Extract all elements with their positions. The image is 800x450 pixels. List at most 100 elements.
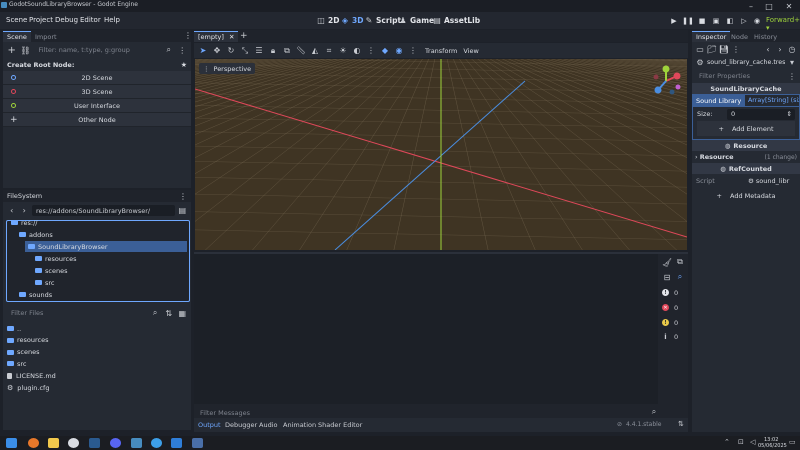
start-menu-icon[interactable] — [6, 438, 17, 448]
object-history-icon[interactable]: ◷ — [787, 44, 797, 54]
lock-icon[interactable]: 🔒︎ — [268, 46, 278, 56]
list-item[interactable]: resources — [7, 335, 49, 346]
3d-viewport[interactable]: ⋮ Perspective — [195, 59, 687, 250]
move-tool-icon[interactable]: ✥ — [212, 46, 222, 56]
close-tab-icon[interactable]: ✕ — [229, 33, 234, 41]
tray-chevron-icon[interactable]: ⌃ — [724, 438, 730, 446]
close-window-button[interactable]: ✕ — [782, 0, 796, 12]
tree-item[interactable]: sounds — [19, 289, 52, 300]
list-item[interactable]: LICENSE.md — [7, 370, 56, 381]
log-info-toggle[interactable]: i0 — [662, 331, 686, 342]
media-player-icon[interactable] — [68, 438, 79, 448]
play-scene-icon[interactable]: ▷ — [738, 15, 750, 26]
user-interface-button[interactable]: User Interface — [3, 99, 191, 113]
tab-inspector[interactable]: Inspector — [692, 31, 731, 42]
collapse-icon[interactable]: ⊟ — [662, 272, 672, 282]
view-menu[interactable]: View — [463, 47, 478, 55]
menu-project[interactable]: Project — [29, 16, 53, 24]
sound-library-value[interactable]: Array[String] (siz — [744, 94, 800, 107]
ruler-icon[interactable]: 📏︎ — [296, 46, 306, 56]
add-scene-tab-icon[interactable]: + — [240, 31, 248, 41]
filter-files-input[interactable]: Filter Files — [7, 308, 146, 319]
dock-menu-icon[interactable]: ⋮ — [179, 192, 187, 201]
list-select-icon[interactable]: ☰ — [254, 46, 264, 56]
list-item[interactable]: .. — [7, 323, 21, 334]
new-resource-icon[interactable]: ▭ — [695, 44, 705, 54]
group-icon[interactable]: ⧉ — [282, 46, 292, 56]
property-options-icon[interactable]: ⋮ — [787, 71, 797, 81]
app-icon[interactable] — [151, 438, 162, 448]
grid-view-icon[interactable]: ▦ — [177, 308, 187, 318]
options-icon[interactable]: ⋮ — [408, 46, 418, 56]
back-icon[interactable]: ‹ — [7, 206, 16, 216]
path-field[interactable]: res://addons/SoundLibraryBrowser/ — [31, 205, 175, 216]
tree-item[interactable]: addons — [19, 229, 53, 240]
workspace-assetlib[interactable]: ▤ AssetLib — [432, 15, 480, 25]
gizmo-y-icon[interactable] — [662, 65, 670, 73]
remote-debug-icon[interactable]: ▣ — [710, 15, 722, 26]
network-icon[interactable]: ⊡ — [738, 438, 744, 446]
tab-output[interactable]: Output — [198, 421, 221, 429]
play-custom-scene-icon[interactable]: ◉ — [751, 15, 763, 26]
vscode-icon[interactable] — [171, 438, 182, 448]
tab-debugger[interactable]: Debugger — [225, 421, 257, 429]
app-icon-2[interactable] — [192, 438, 203, 448]
favorite-star-icon[interactable]: ★ — [181, 61, 187, 69]
add-node-icon[interactable]: + — [7, 45, 17, 56]
godot-taskbar-icon[interactable] — [131, 438, 142, 448]
tab-scene[interactable]: Scene — [3, 31, 31, 42]
workspace-game[interactable]: ♟ Game — [398, 15, 434, 25]
tab-animation[interactable]: Animation — [283, 421, 316, 429]
spin-arrows-icon[interactable]: ⇕ — [787, 110, 792, 118]
history-forward-icon[interactable]: › — [775, 44, 785, 54]
other-node-button[interactable]: + Other Node — [3, 113, 191, 127]
file-explorer-icon[interactable] — [48, 438, 59, 448]
gizmo-z-icon[interactable] — [654, 86, 662, 94]
menu-editor[interactable]: Editor — [80, 16, 101, 24]
chevron-down-icon[interactable]: ▾ — [787, 58, 797, 68]
list-item[interactable]: ⚙ plugin.cfg — [7, 382, 49, 393]
clear-output-icon[interactable]: 🧹︎ — [662, 257, 672, 267]
copy-output-icon[interactable]: ⧉ — [675, 257, 685, 267]
resource-menu-icon[interactable]: ⋮ — [731, 44, 741, 54]
save-icon[interactable]: 💾︎ — [719, 44, 729, 54]
file-tree[interactable]: res://addons SoundLibraryBrowser resources… — [6, 219, 190, 302]
movie-maker-icon[interactable]: ◧ — [724, 15, 736, 26]
rotate-tool-icon[interactable]: ↻ — [226, 46, 236, 56]
tab-empty-scene[interactable]: [empty] ✕ — [194, 31, 239, 42]
workspace-2d[interactable]: ◫ 2D — [316, 15, 339, 25]
preview-sun-icon[interactable]: ◆ — [380, 46, 390, 56]
tab-history[interactable]: History — [750, 31, 781, 42]
environment-icon[interactable]: ◐ — [352, 46, 362, 56]
menu-scene[interactable]: Scene — [6, 16, 27, 24]
play-icon[interactable]: ▶ — [668, 15, 680, 26]
local-space-icon[interactable]: ◭ — [310, 46, 320, 56]
discord-icon[interactable] — [110, 438, 121, 448]
script-value[interactable]: ⚙ sound_libr — [748, 177, 796, 185]
sun-icon[interactable]: ☀ — [338, 46, 348, 56]
tab-node[interactable]: Node — [727, 31, 752, 42]
transform-menu[interactable]: Transform — [425, 47, 457, 55]
filter-properties-input[interactable]: Filter Properties — [695, 71, 785, 82]
minimize-button[interactable]: – — [744, 0, 758, 12]
tree-item[interactable]: resources — [35, 253, 77, 264]
size-spinbox[interactable]: 0 ⇕ — [727, 108, 795, 120]
add-metadata-button[interactable]: + Add Metadata — [696, 189, 796, 203]
2d-scene-button[interactable]: 2D Scene — [3, 71, 191, 85]
maximize-button[interactable]: □ — [762, 0, 776, 12]
tree-item[interactable]: SoundLibraryBrowser — [25, 241, 187, 252]
sort-icon[interactable]: ⇅ — [164, 308, 174, 318]
camera-icon[interactable]: ⋮ — [366, 46, 376, 56]
view-gizmo[interactable] — [650, 65, 682, 97]
perspective-menu[interactable]: ⋮ Perspective — [199, 63, 256, 74]
workspace-script[interactable]: ✎ Script — [364, 15, 401, 25]
menu-help[interactable]: Help — [104, 16, 120, 24]
tab-import[interactable]: Import — [31, 31, 61, 42]
list-item[interactable]: scenes — [7, 347, 39, 358]
filter-messages-input[interactable]: Filter Messages — [196, 407, 640, 418]
select-tool-icon[interactable]: ➤ — [198, 46, 208, 56]
dock-menu-icon[interactable]: ⋮ — [184, 31, 192, 40]
scene-filter-input[interactable]: Filter: name, t:type, g:group — [35, 45, 161, 56]
gizmo-x-icon[interactable] — [673, 72, 681, 80]
history-back-icon[interactable]: ‹ — [763, 44, 773, 54]
